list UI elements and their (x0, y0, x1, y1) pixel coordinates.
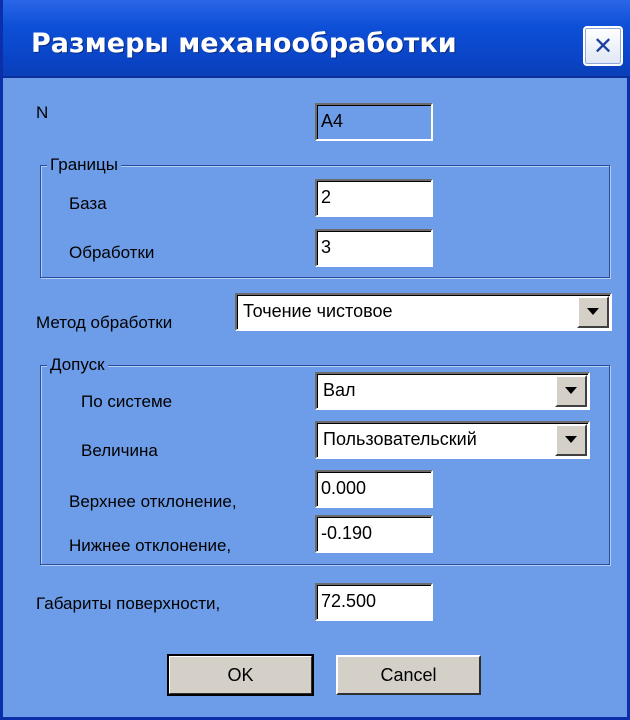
system-label: По системе (81, 392, 173, 411)
lower-deviation-input[interactable]: -0.190 (315, 515, 433, 553)
title-bar[interactable]: Размеры механообработки ✕ (3, 0, 630, 78)
upper-deviation-label: Верхнее отклонение, (69, 492, 237, 511)
close-icon: ✕ (592, 32, 614, 60)
dimensions-input[interactable]: 72.500 (315, 583, 433, 621)
close-button[interactable]: ✕ (583, 26, 623, 66)
cancel-button[interactable]: Cancel (336, 655, 481, 695)
dimensions-label: Габариты поверхности, (36, 594, 221, 613)
magnitude-label: Величина (81, 441, 158, 460)
tolerance-legend: Допуск (47, 355, 108, 375)
system-dropdown-button[interactable] (555, 375, 587, 407)
magnitude-select-value: Пользовательский (323, 429, 477, 449)
method-select-value: Точение чистовое (243, 301, 393, 321)
method-label: Метод обработки (36, 313, 173, 332)
dialog-window: Размеры механообработки ✕ N A4 Границы Б… (0, 0, 630, 720)
window-title: Размеры механообработки (31, 28, 457, 59)
ok-button[interactable]: OK (167, 654, 314, 696)
base-label: База (69, 194, 107, 213)
processing-label: Обработки (69, 243, 155, 262)
magnitude-dropdown-button[interactable] (555, 424, 587, 456)
chevron-down-icon (565, 436, 577, 443)
method-select[interactable]: Точение чистовое (235, 293, 612, 331)
processing-input[interactable]: 3 (315, 229, 433, 267)
chevron-down-icon (565, 387, 577, 394)
n-label: N (36, 103, 49, 122)
chevron-down-icon (587, 308, 599, 315)
method-dropdown-button[interactable] (577, 296, 609, 328)
upper-deviation-input[interactable]: 0.000 (315, 470, 433, 508)
system-select[interactable]: Вал (315, 372, 590, 410)
bounds-legend: Границы (47, 155, 121, 175)
system-select-value: Вал (323, 380, 356, 400)
lower-deviation-label: Нижнее отклонение, (69, 536, 232, 555)
magnitude-select[interactable]: Пользовательский (315, 421, 590, 459)
base-input[interactable]: 2 (315, 179, 433, 217)
n-field: A4 (315, 103, 433, 141)
